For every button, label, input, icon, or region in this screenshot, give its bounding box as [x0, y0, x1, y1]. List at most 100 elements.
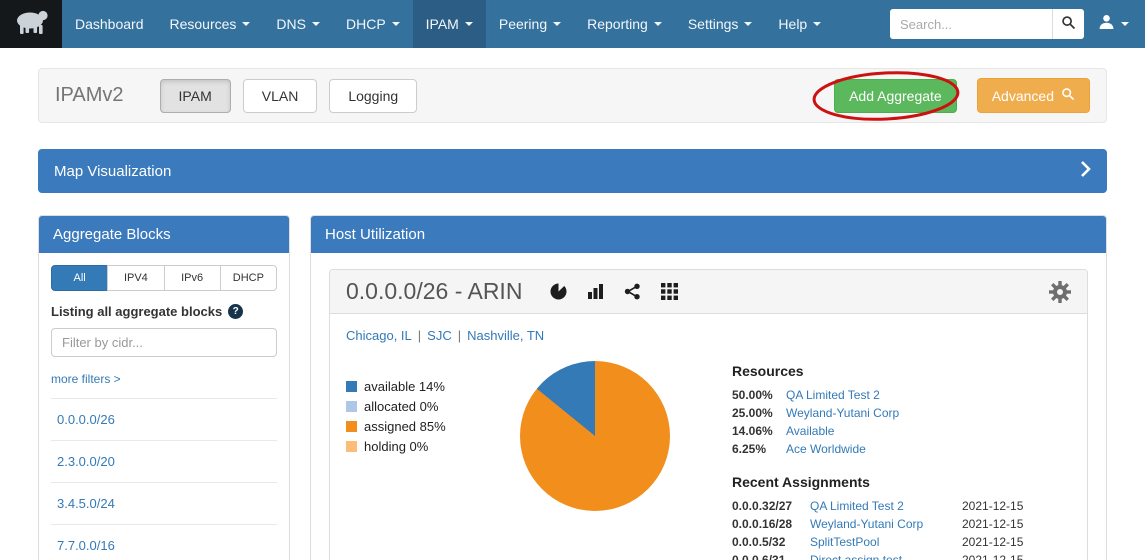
app-logo[interactable]: [0, 0, 62, 48]
assignment-row: 0.0.0.6/31Direct assign test2021-12-15: [732, 553, 1071, 560]
nav-label: Dashboard: [75, 16, 144, 32]
nav-item-dns[interactable]: DNS: [263, 0, 333, 48]
aggregate-block-link[interactable]: 3.4.5.0/24: [57, 496, 115, 511]
nav-item-dhcp[interactable]: DHCP: [333, 0, 413, 48]
nav-item-help[interactable]: Help: [765, 0, 834, 48]
host-utilization-panel: Host Utilization 0.0.0.0/26 - ARIN: [310, 215, 1107, 560]
resource-row: 50.00%QA Limited Test 2: [732, 388, 1071, 402]
grid-icon[interactable]: [661, 283, 678, 300]
nav-label: DNS: [276, 16, 306, 32]
page-title: IPAMv2: [55, 84, 124, 107]
chevron-right-icon: [1080, 160, 1091, 182]
caret-down-icon: [654, 22, 662, 26]
caret-down-icon: [312, 22, 320, 26]
search-button[interactable]: [1052, 9, 1084, 39]
add-aggregate-button[interactable]: Add Aggregate: [834, 79, 957, 113]
nav-label: DHCP: [346, 16, 386, 32]
assignment-link[interactable]: SplitTestPool: [810, 535, 962, 549]
search-icon: [1061, 15, 1076, 33]
separator: |: [458, 328, 461, 343]
tab-logging[interactable]: Logging: [329, 79, 417, 113]
search-input[interactable]: [890, 9, 1052, 39]
assignment-row: 0.0.0.5/32SplitTestPool2021-12-15: [732, 535, 1071, 549]
resource-link[interactable]: Ace Worldwide: [786, 442, 866, 456]
navbar-right: [890, 0, 1145, 48]
tab-vlan[interactable]: VLAN: [243, 79, 318, 113]
resource-row: 25.00%Weyland-Yutani Corp: [732, 406, 1071, 420]
separator: |: [418, 328, 421, 343]
main-nav: Dashboard Resources DNS DHCP IPAM Peerin…: [62, 0, 834, 48]
list-item: 2.3.0.0/20: [51, 440, 277, 482]
legend-label: assigned 85%: [364, 419, 446, 434]
filter-tab-ipv4[interactable]: IPV4: [107, 265, 164, 291]
assignment-link[interactable]: Direct assign test: [810, 553, 962, 560]
share-icon[interactable]: [624, 283, 641, 300]
aggregate-blocks-header: Aggregate Blocks: [39, 216, 289, 253]
aggregate-block-link[interactable]: 2.3.0.0/20: [57, 454, 115, 469]
top-navbar: Dashboard Resources DNS DHCP IPAM Peerin…: [0, 0, 1145, 48]
nav-item-settings[interactable]: Settings: [675, 0, 766, 48]
resource-link[interactable]: Available: [786, 424, 834, 438]
nav-item-dashboard[interactable]: Dashboard: [62, 0, 157, 48]
assignment-cidr: 0.0.0.6/31: [732, 553, 810, 560]
legend-swatch: [346, 421, 357, 432]
user-icon: [1098, 13, 1115, 35]
caret-down-icon: [392, 22, 400, 26]
ipam-toolbar: IPAMv2 IPAM VLAN Logging Add Aggregate A…: [38, 68, 1107, 123]
aggregate-block-link[interactable]: 0.0.0.0/26: [57, 412, 115, 427]
legend-item-allocated: allocated 0%: [346, 399, 488, 414]
nav-item-peering[interactable]: Peering: [486, 0, 574, 48]
nav-item-reporting[interactable]: Reporting: [574, 0, 675, 48]
resource-pct: 50.00%: [732, 388, 786, 402]
polar-bear-logo-icon: [11, 7, 51, 42]
caret-down-icon: [813, 22, 821, 26]
nav-item-resources[interactable]: Resources: [157, 0, 264, 48]
resource-row: 6.25%Ace Worldwide: [732, 442, 1071, 456]
assignment-link[interactable]: Weyland-Yutani Corp: [810, 517, 962, 531]
bar-chart-icon[interactable]: [587, 283, 604, 300]
assignment-date: 2021-12-15: [962, 499, 1071, 513]
advanced-button[interactable]: Advanced: [977, 78, 1090, 113]
filter-tab-dhcp[interactable]: DHCP: [220, 265, 277, 291]
assignment-link[interactable]: QA Limited Test 2: [810, 499, 962, 513]
nav-item-ipam[interactable]: IPAM: [413, 0, 486, 48]
block-detail-card: 0.0.0.0/26 - ARIN: [329, 269, 1088, 560]
resource-link[interactable]: QA Limited Test 2: [786, 388, 880, 402]
user-menu[interactable]: [1084, 13, 1137, 35]
filter-tab-all[interactable]: All: [51, 265, 108, 291]
host-utilization-header: Host Utilization: [311, 216, 1106, 253]
gear-icon[interactable]: [1049, 281, 1071, 303]
list-item: 3.4.5.0/24: [51, 482, 277, 524]
legend-item-available: available 14%: [346, 379, 488, 394]
help-icon[interactable]: ?: [228, 304, 243, 319]
assignment-cidr: 0.0.0.16/28: [732, 517, 810, 531]
aggregate-block-list: 0.0.0.0/26 2.3.0.0/20 3.4.5.0/24 7.7.0.0…: [51, 398, 277, 560]
resource-pct: 25.00%: [732, 406, 786, 420]
resource-link[interactable]: Weyland-Yutani Corp: [786, 406, 899, 420]
chart-view-toggles: [550, 283, 678, 300]
map-visualization-panel[interactable]: Map Visualization: [38, 149, 1107, 193]
region-link[interactable]: Chicago, IL: [346, 328, 412, 343]
nav-label: Peering: [499, 16, 547, 32]
assignment-date: 2021-12-15: [962, 553, 1071, 560]
advanced-label: Advanced: [992, 88, 1054, 104]
region-link[interactable]: SJC: [427, 328, 452, 343]
aggregate-blocks-panel: Aggregate Blocks All IPV4 IPv6 DHCP List…: [38, 215, 290, 560]
filter-tab-ipv6[interactable]: IPv6: [164, 265, 221, 291]
more-filters-link[interactable]: more filters >: [51, 372, 121, 386]
cidr-filter-input[interactable]: [51, 328, 277, 357]
aggregate-filter-tabs: All IPV4 IPv6 DHCP: [51, 265, 277, 291]
legend-swatch: [346, 401, 357, 412]
resource-row: 14.06%Available: [732, 424, 1071, 438]
legend-label: allocated 0%: [364, 399, 438, 414]
aggregate-block-link[interactable]: 7.7.0.0/16: [57, 538, 115, 553]
recent-assignments-title: Recent Assignments: [732, 474, 1071, 490]
nav-label: IPAM: [426, 16, 459, 32]
legend-item-holding: holding 0%: [346, 439, 488, 454]
nav-label: Settings: [688, 16, 739, 32]
legend-label: holding 0%: [364, 439, 428, 454]
region-link[interactable]: Nashville, TN: [467, 328, 544, 343]
pie-chart-icon[interactable]: [550, 283, 567, 300]
pie-legend: available 14% allocated 0% assigned 85% …: [346, 379, 488, 459]
tab-ipam[interactable]: IPAM: [160, 79, 231, 113]
